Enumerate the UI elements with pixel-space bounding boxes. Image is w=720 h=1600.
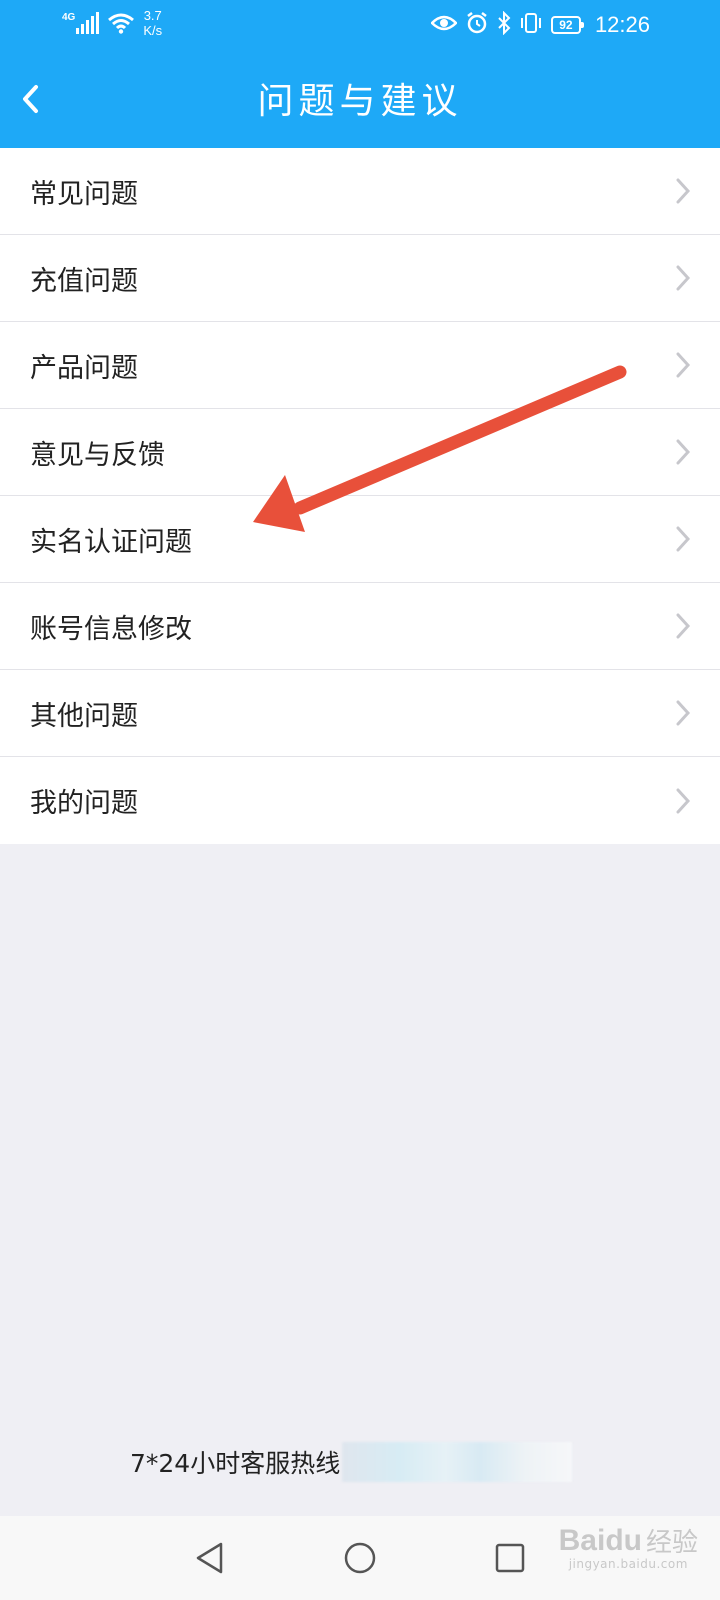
watermark-logo-cn: 经验 — [645, 1527, 698, 1557]
menu-item-product[interactable]: 产品问题 — [0, 322, 720, 409]
chevron-right-icon — [676, 700, 691, 726]
help-menu-list: 常见问题 充值问题 产品问题 意见与反馈 实名认证问题 账号信息修改 其他问题 … — [0, 148, 720, 844]
app-header-bar: 4G 3.7 K/s 92 12:26 问题与建议 — [0, 0, 720, 148]
menu-item-label: 其他问题 — [30, 700, 138, 732]
page-title: 问题与建议 — [257, 81, 463, 122]
navigation-header: 问题与建议 — [0, 50, 720, 148]
network-speed: 3.7 K/s — [143, 8, 162, 38]
menu-item-other[interactable]: 其他问题 — [0, 670, 720, 757]
eye-icon — [430, 14, 458, 37]
vibrate-icon — [519, 12, 543, 39]
watermark-logo-text: Baidu — [558, 1523, 642, 1557]
alarm-icon — [465, 11, 489, 40]
chevron-right-icon — [676, 613, 691, 639]
menu-item-label: 我的问题 — [30, 788, 138, 819]
menu-item-feedback[interactable]: 意见与反馈 — [0, 409, 720, 496]
circle-home-icon — [344, 1542, 376, 1574]
menu-item-recharge[interactable]: 充值问题 — [0, 235, 720, 322]
watermark-url: jingyan.baidu.com — [568, 1557, 688, 1571]
hotline-label: 7*24小时客服热线 — [130, 1449, 341, 1478]
network-type: 4G — [62, 12, 76, 23]
chevron-right-icon — [676, 178, 691, 204]
menu-item-account-info[interactable]: 账号信息修改 — [0, 583, 720, 670]
menu-item-label: 充值问题 — [30, 265, 138, 297]
status-bar: 4G 3.7 K/s 92 12:26 — [0, 0, 720, 50]
status-left: 4G 3.7 K/s — [62, 8, 162, 42]
menu-item-faq[interactable]: 常见问题 — [0, 148, 720, 235]
battery-icon: 92 — [550, 16, 584, 34]
customer-service-hotline: 7*24小时客服热线 — [130, 1440, 573, 1484]
signal-icon — [76, 12, 100, 34]
menu-item-label: 意见与反馈 — [30, 439, 165, 471]
battery-level: 92 — [559, 18, 573, 32]
nav-back-button[interactable] — [185, 1533, 235, 1583]
chevron-right-icon — [676, 439, 691, 465]
battery-indicator: 92 — [550, 16, 584, 34]
chevron-right-icon — [676, 788, 691, 813]
clock: 12:26 — [594, 12, 650, 37]
speed-unit: K/s — [143, 23, 163, 38]
baidu-jingyan-watermark: Baidu 经验 jingyan.baidu.com — [559, 1522, 698, 1572]
wifi-icon — [107, 12, 135, 39]
square-recents-icon — [495, 1543, 525, 1573]
menu-item-label: 账号信息修改 — [30, 613, 192, 645]
chevron-right-icon — [676, 265, 691, 291]
nav-recents-button[interactable] — [485, 1533, 535, 1583]
speed-value: 3.7 — [143, 8, 162, 23]
chevron-right-icon — [676, 526, 691, 552]
menu-item-my-questions[interactable]: 我的问题 — [0, 757, 720, 844]
status-right: 92 12:26 — [430, 10, 650, 40]
nav-home-button[interactable] — [335, 1533, 385, 1583]
menu-item-label: 产品问题 — [30, 352, 138, 384]
triangle-back-icon — [196, 1542, 223, 1574]
watermark-logo: Baidu 经验 — [559, 1522, 698, 1559]
hotline-number-blurred[interactable] — [342, 1442, 573, 1482]
bluetooth-icon — [497, 10, 511, 40]
menu-item-real-name-verification[interactable]: 实名认证问题 — [0, 496, 720, 583]
menu-item-label: 常见问题 — [30, 178, 138, 210]
chevron-right-icon — [676, 352, 691, 378]
menu-item-label: 实名认证问题 — [30, 526, 192, 558]
